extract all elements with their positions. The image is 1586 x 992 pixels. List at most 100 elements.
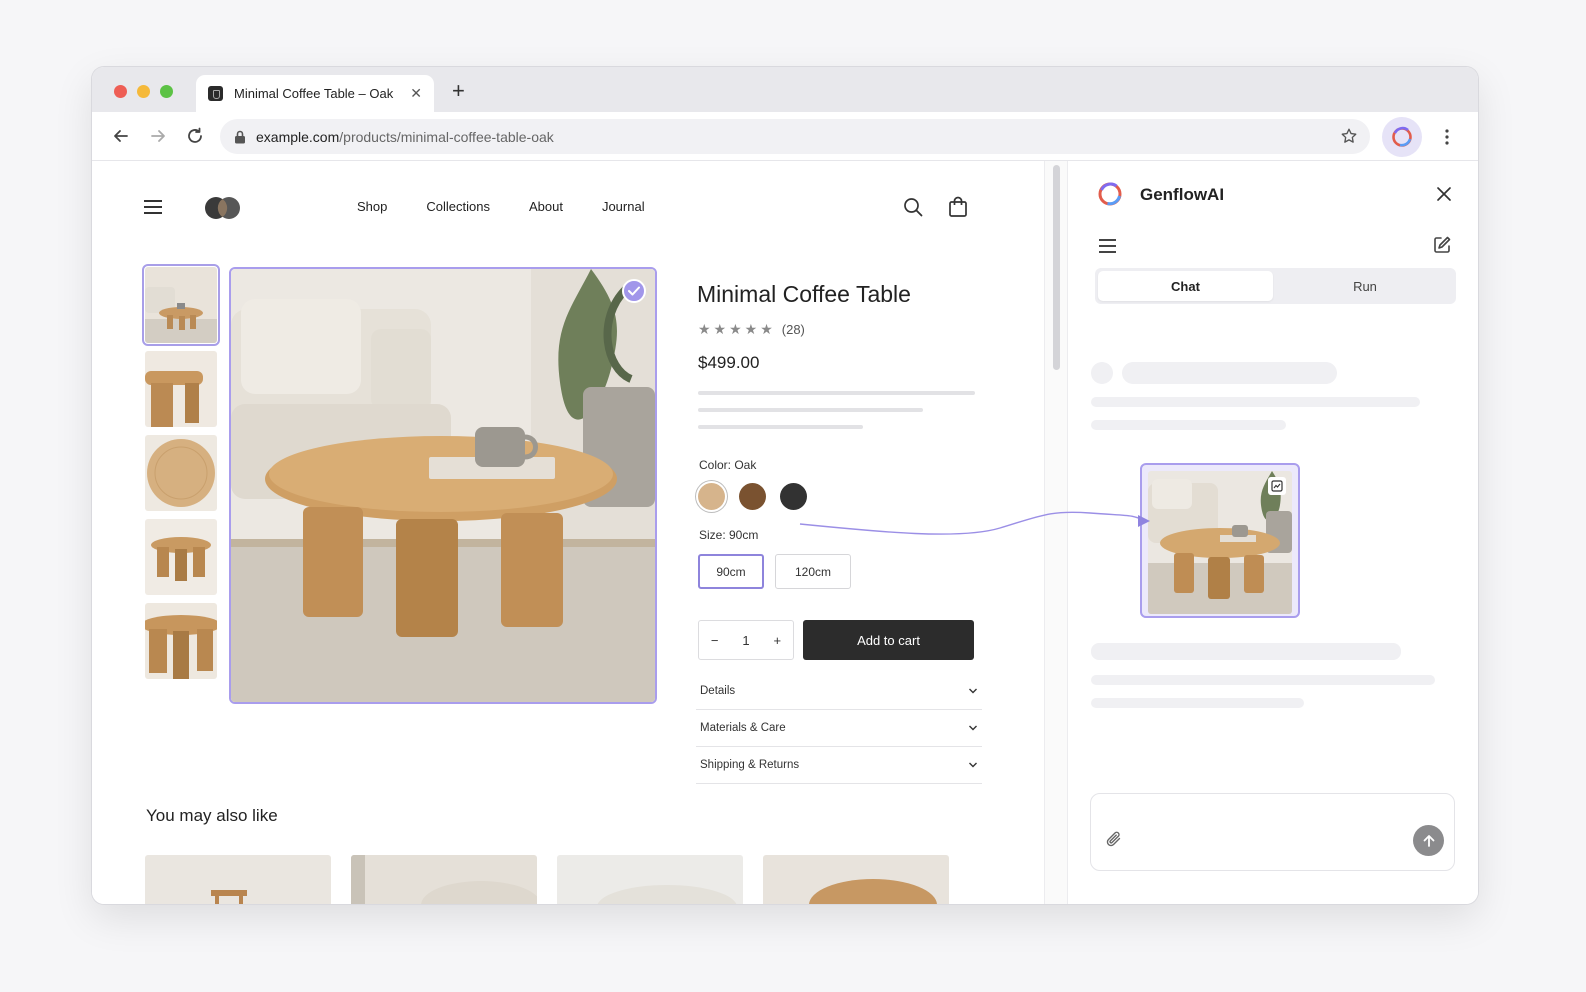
size-label: Size: 90cm	[699, 528, 759, 542]
genflow-extension-button[interactable]	[1382, 117, 1422, 157]
product-accordion: Details Materials & Care Shipping & Retu…	[696, 673, 982, 784]
product-page: Shop Collections About Journal Minimal C…	[92, 161, 1044, 904]
page-scrollbar[interactable]	[1044, 161, 1068, 904]
related-products-title: You may also like	[146, 806, 278, 825]
rating-stars-icon: ★★★★★	[698, 321, 776, 337]
tab-title: Minimal Coffee Table – Oak	[234, 86, 394, 101]
rating-count: (28)	[781, 322, 805, 337]
nav-collections[interactable]: Collections	[426, 199, 490, 214]
nav-about[interactable]: About	[529, 199, 563, 214]
swatch-black[interactable]	[780, 483, 807, 510]
bookmark-star-icon[interactable]	[1340, 127, 1358, 145]
chevron-down-icon	[969, 762, 977, 768]
message-composer[interactable]	[1090, 793, 1455, 871]
accordion-materials-care[interactable]: Materials & Care	[696, 710, 982, 747]
url-host: example.com	[256, 128, 340, 145]
maximize-window-button[interactable]	[160, 85, 173, 98]
product-rating: ★★★★★ (28)	[698, 321, 805, 338]
main-product-image[interactable]	[229, 267, 657, 704]
color-label: Color: Oak	[699, 458, 757, 472]
chevron-down-icon	[969, 725, 977, 731]
assistant-mode-tabs: Chat Run	[1095, 268, 1456, 304]
search-icon[interactable]	[903, 197, 923, 217]
back-arrow-icon[interactable]	[110, 125, 132, 147]
attached-product-image	[1148, 471, 1292, 614]
swatch-oak[interactable]	[698, 483, 725, 510]
quantity-stepper: − 1 +	[698, 620, 794, 660]
product-price: $499.00	[698, 353, 760, 372]
size-90cm-button[interactable]: 90cm	[698, 554, 764, 589]
loading-line-placeholder	[1091, 643, 1401, 660]
thumbnail-list	[142, 264, 220, 687]
address-bar[interactable]: example.com/products/minimal-coffee-tabl…	[220, 119, 1370, 154]
thumbnail-top-view[interactable]	[145, 435, 217, 511]
new-tab-button[interactable]: +	[452, 78, 465, 104]
related-product-card[interactable]	[351, 855, 537, 904]
new-chat-edit-icon[interactable]	[1432, 235, 1452, 255]
thumbnail-closeup[interactable]	[145, 351, 217, 427]
add-to-cart-button[interactable]: Add to cart	[803, 620, 974, 660]
size-options: 90cm 120cm	[698, 554, 851, 589]
accordion-label: Shipping & Returns	[700, 759, 800, 771]
thumbnail-side-view[interactable]	[145, 519, 217, 595]
nav-shop[interactable]: Shop	[357, 199, 387, 214]
url-path: /products/minimal-coffee-table-oak	[339, 128, 554, 145]
reload-icon[interactable]	[184, 125, 206, 147]
related-product-card[interactable]	[763, 855, 949, 904]
quantity-value[interactable]: 1	[742, 633, 749, 648]
nav-journal[interactable]: Journal	[602, 199, 645, 214]
color-swatches	[698, 483, 807, 510]
chevron-down-icon	[969, 688, 977, 694]
accordion-shipping-returns[interactable]: Shipping & Returns	[696, 747, 982, 784]
genflow-logo-icon	[1392, 126, 1412, 147]
site-favicon-icon	[208, 86, 223, 101]
loading-line-placeholder	[1091, 675, 1435, 685]
browser-tab[interactable]: Minimal Coffee Table – Oak ✕	[196, 75, 434, 112]
store-logo[interactable]	[203, 196, 243, 220]
description-placeholder	[698, 391, 975, 442]
browser-window: Minimal Coffee Table – Oak ✕ + example.c…	[92, 67, 1478, 904]
decrease-quantity-button[interactable]: −	[711, 633, 719, 648]
tab-bar: Minimal Coffee Table – Oak ✕ +	[92, 67, 1478, 112]
related-products	[145, 855, 949, 904]
store-nav: Shop Collections About Journal	[357, 199, 645, 214]
accordion-label: Details	[700, 685, 736, 697]
browser-toolbar: example.com/products/minimal-coffee-tabl…	[92, 112, 1478, 161]
loading-line-placeholder	[1122, 362, 1337, 384]
assistant-title: GenflowAI	[1140, 185, 1225, 204]
close-icon[interactable]	[1436, 186, 1452, 202]
scrollbar-thumb[interactable]	[1053, 165, 1060, 370]
paperclip-icon[interactable]	[1105, 830, 1123, 848]
browser-menu-icon[interactable]	[1438, 127, 1456, 147]
thumbnail-room[interactable]	[142, 264, 220, 346]
close-window-button[interactable]	[114, 85, 127, 98]
assistant-menu-icon[interactable]	[1099, 239, 1116, 253]
swatch-walnut[interactable]	[739, 483, 766, 510]
arrow-up-icon	[1423, 834, 1434, 847]
forward-arrow-icon[interactable]	[147, 125, 169, 147]
loading-avatar-placeholder	[1091, 362, 1113, 384]
send-button[interactable]	[1413, 825, 1444, 856]
shopping-bag-icon[interactable]	[948, 196, 968, 218]
increase-quantity-button[interactable]: +	[773, 633, 781, 648]
loading-line-placeholder	[1091, 420, 1286, 430]
close-tab-icon[interactable]: ✕	[410, 85, 422, 102]
selected-check-icon	[622, 279, 646, 303]
image-attachment-icon	[1268, 477, 1286, 495]
genflow-logo-icon	[1098, 182, 1122, 206]
attached-image-card[interactable]	[1140, 463, 1300, 618]
thumbnail-detail[interactable]	[145, 603, 217, 679]
product-title: Minimal Coffee Table	[697, 281, 911, 307]
size-120cm-button[interactable]: 120cm	[775, 554, 851, 589]
tab-chat[interactable]: Chat	[1098, 271, 1273, 301]
assistant-sidebar: GenflowAI Chat Run	[1068, 161, 1478, 904]
minimize-window-button[interactable]	[137, 85, 150, 98]
accordion-label: Materials & Care	[700, 722, 786, 734]
related-product-card[interactable]	[145, 855, 331, 904]
accordion-details[interactable]: Details	[696, 673, 982, 710]
loading-line-placeholder	[1091, 698, 1304, 708]
related-product-card[interactable]	[557, 855, 743, 904]
tab-run[interactable]: Run	[1277, 271, 1453, 301]
store-menu-icon[interactable]	[144, 200, 162, 214]
loading-line-placeholder	[1091, 397, 1420, 407]
